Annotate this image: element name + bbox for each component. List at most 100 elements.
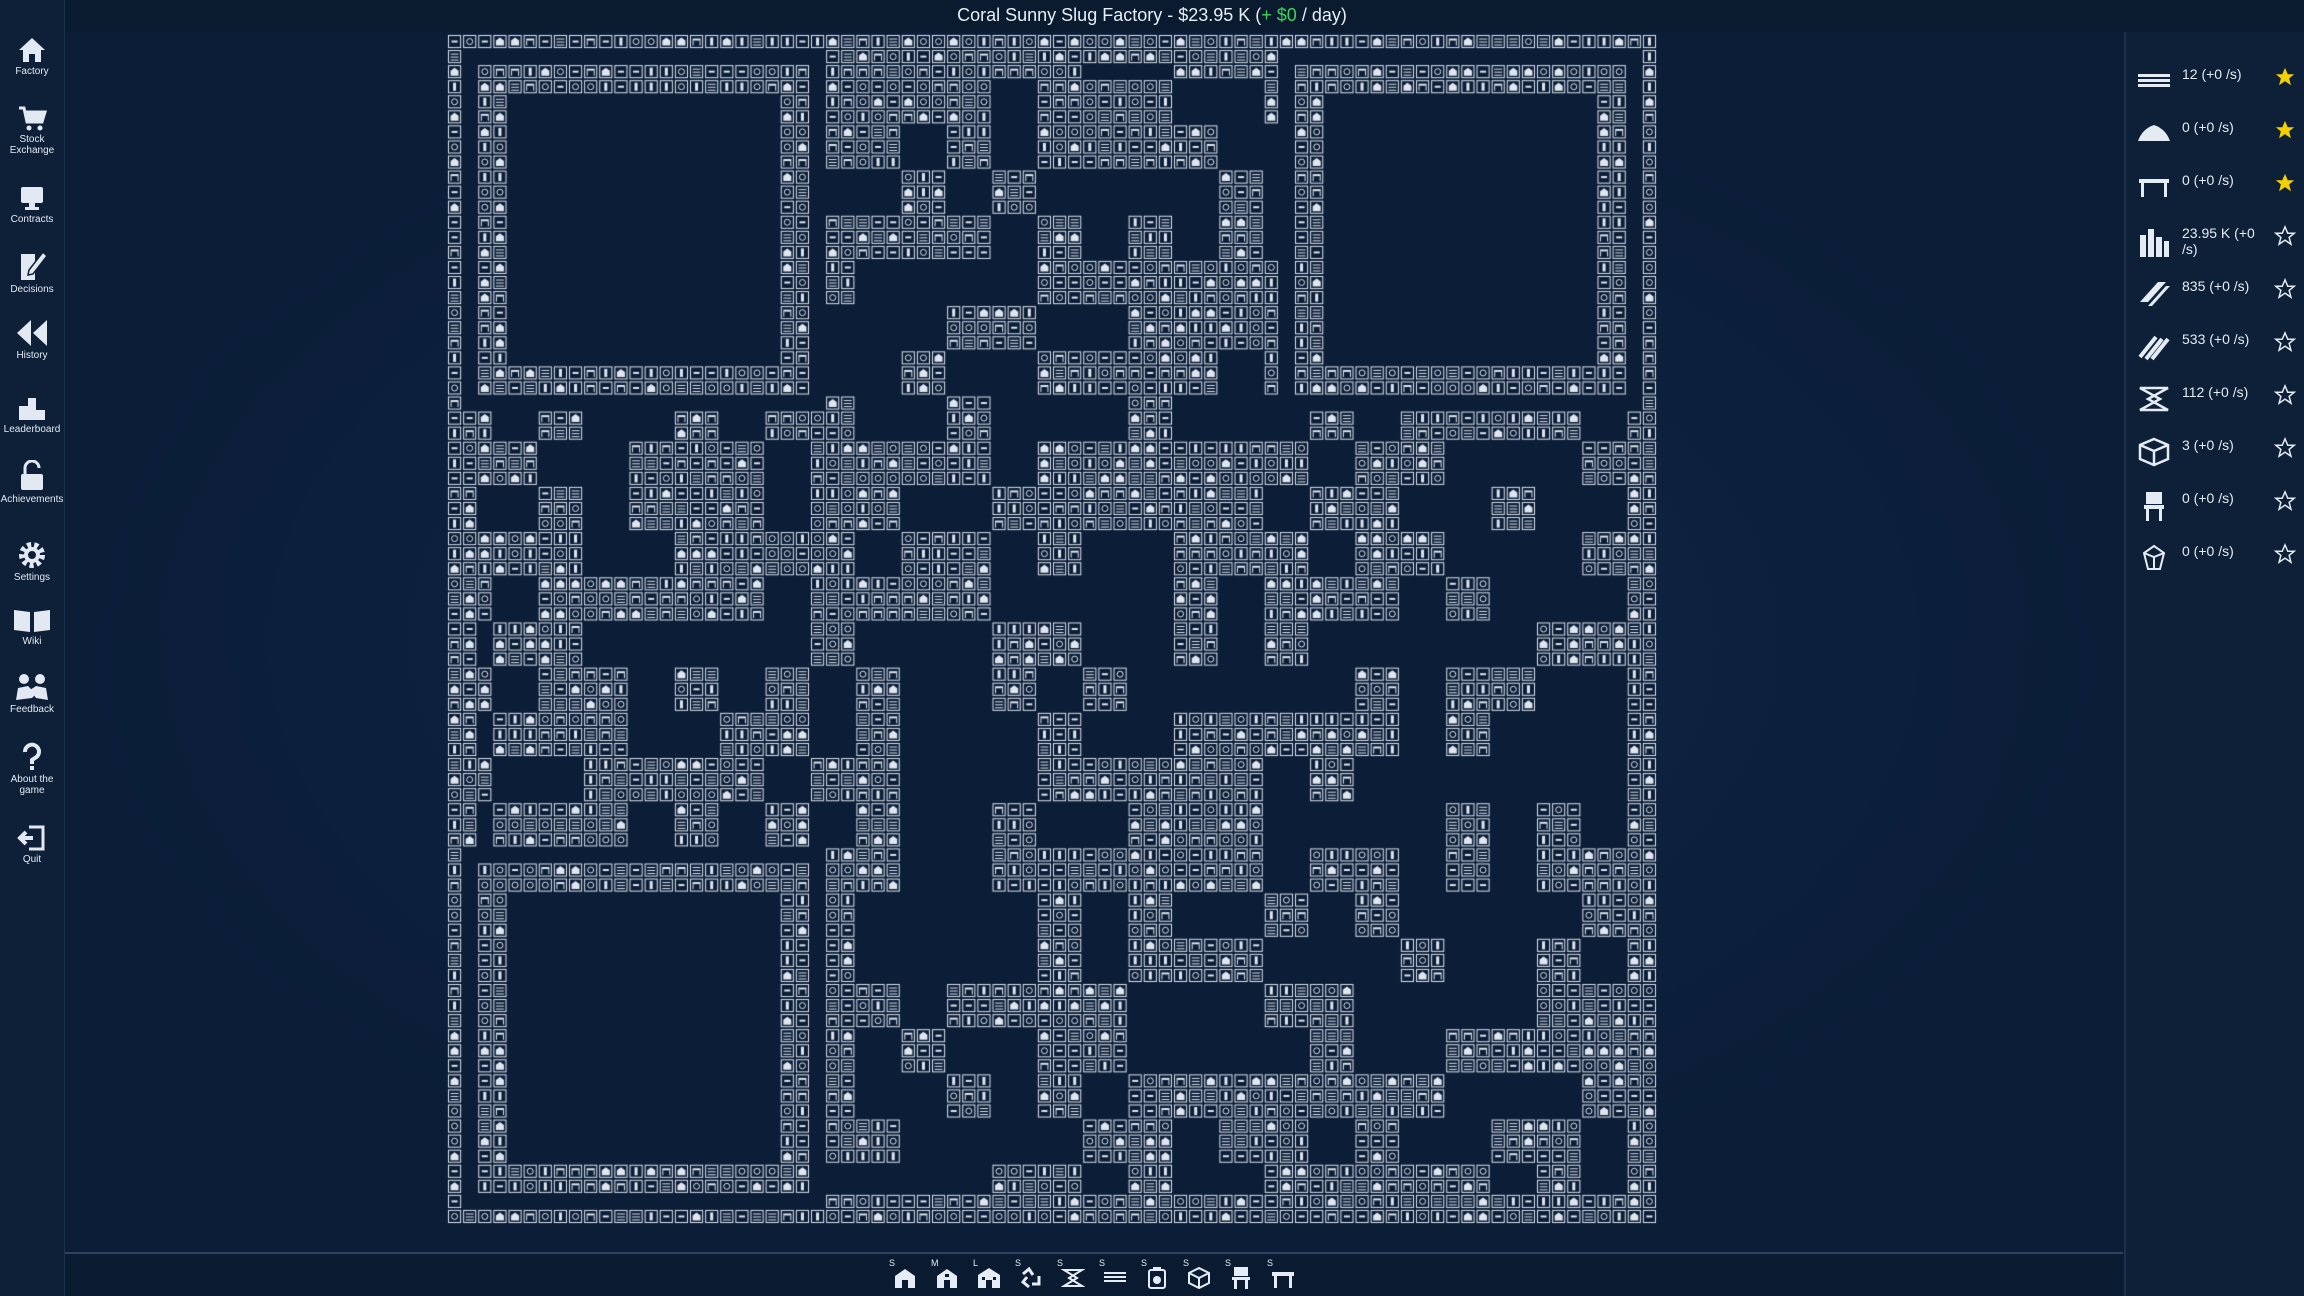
resource-amount: 533 (+0 /s)	[2182, 331, 2250, 347]
fabric-icon	[2139, 386, 2169, 412]
sidebar-item-label: Achievements	[0, 494, 64, 505]
resource-amount: 0 (+0 /s)	[2182, 119, 2234, 135]
table-machine-icon	[1272, 1272, 1294, 1288]
rewind-icon	[17, 320, 47, 346]
sidebar-item-contracts[interactable]: Contracts	[0, 184, 64, 225]
tool-chair-machine[interactable]: S	[1223, 1258, 1257, 1294]
sidebar-item-factory[interactable]: Factory	[0, 36, 64, 77]
planks-icon	[2140, 282, 2170, 306]
resource-row[interactable]: 23.95 K (+0 /s)	[2126, 217, 2304, 269]
chair-machine-icon	[1232, 1267, 1250, 1289]
star-filled-icon[interactable]	[2274, 119, 2296, 141]
question-icon	[23, 742, 41, 770]
handshake-icon	[16, 674, 48, 700]
factory-tiles[interactable]	[447, 34, 1657, 1224]
resource-row[interactable]: 0 (+0 /s)	[2126, 164, 2304, 216]
star-filled-icon[interactable]	[2274, 172, 2296, 194]
resource-amount: 112 (+0 /s)	[2182, 384, 2249, 400]
sidebar-item-label: Wiki	[22, 636, 42, 647]
sidebar-item-quit[interactable]: Quit	[0, 824, 64, 865]
star-outline-icon[interactable]	[2274, 225, 2296, 247]
sidebar-item-history[interactable]: History	[0, 318, 64, 361]
daily-income: + $0	[1261, 5, 1297, 25]
resource-amount: 3 (+0 /s)	[2182, 437, 2234, 453]
small-building-icon	[895, 1269, 915, 1288]
star-outline-icon[interactable]	[2274, 437, 2296, 459]
edit-icon	[21, 250, 47, 280]
star-outline-icon[interactable]	[2274, 331, 2296, 353]
sidebar: Factory Stock Exchange Contracts Decisio…	[0, 0, 65, 1296]
sidebar-item-label: Feedback	[10, 704, 54, 715]
sidebar-item-label: Contracts	[10, 214, 54, 225]
sidebar-item-leaderboard[interactable]: Leaderboard	[0, 394, 64, 435]
star-filled-icon[interactable]	[2274, 66, 2296, 88]
sidebar-item-feedback[interactable]: Feedback	[0, 672, 64, 715]
star-outline-icon[interactable]	[2274, 278, 2296, 300]
podium-icon	[19, 398, 45, 420]
resource-row[interactable]: 3 (+0 /s)	[2126, 429, 2304, 481]
window-title: Coral Sunny Slug Factory - $23.95 K (+ $…	[0, 0, 2304, 32]
sidebar-item-label: Settings	[13, 572, 51, 583]
resource-row[interactable]: 112 (+0 /s)	[2126, 376, 2304, 428]
tool-conveyor-machine[interactable]: S	[1097, 1258, 1131, 1294]
resource-amount: 835 (+0 /s)	[2182, 278, 2250, 294]
logs-icon	[2138, 335, 2170, 361]
sidebar-item-about[interactable]: About the game	[0, 742, 64, 796]
sidebar-item-label: Factory	[15, 66, 49, 77]
machine-toolbar: S M L S S S S S S S	[65, 1254, 2123, 1296]
title-suffix: / day)	[1296, 5, 1347, 25]
tool-saw-machine[interactable]: S	[1139, 1258, 1173, 1294]
star-outline-icon[interactable]	[2274, 543, 2296, 565]
tool-fabric-machine[interactable]: S	[1055, 1258, 1089, 1294]
sidebar-item-label: Decisions	[10, 284, 54, 295]
sidebar-item-label: Quit	[22, 854, 42, 865]
box-machine-icon	[1188, 1266, 1210, 1290]
title-prefix: Coral Sunny Slug Factory - $23.95 K (	[957, 5, 1262, 25]
resource-amount: 0 (+0 /s)	[2182, 172, 2234, 188]
resource-row[interactable]: 0 (+0 /s)	[2126, 482, 2304, 534]
conveyor-machine-icon	[1104, 1272, 1126, 1282]
fabric-machine-icon	[1061, 1269, 1085, 1287]
conveyor-icon	[2138, 74, 2170, 87]
table-icon	[2139, 179, 2169, 197]
gem-icon	[2142, 544, 2166, 570]
tool-medium-building[interactable]: M	[929, 1258, 963, 1294]
resource-row[interactable]: 12 (+0 /s)	[2126, 58, 2304, 110]
sidebar-item-label: History	[16, 350, 48, 361]
tool-small-building[interactable]: S	[887, 1258, 921, 1294]
sidebar-item-wiki[interactable]: Wiki	[0, 606, 64, 647]
sidebar-item-label: Leaderboard	[3, 424, 61, 435]
gear-icon	[19, 542, 45, 568]
sidebar-item-settings[interactable]: Settings	[0, 540, 64, 583]
unlock-icon	[21, 460, 43, 490]
resource-row[interactable]: 835 (+0 /s)	[2126, 270, 2304, 322]
sidebar-item-stock-exchange[interactable]: Stock Exchange	[0, 104, 64, 156]
trophy-icon	[21, 187, 43, 210]
star-outline-icon[interactable]	[2274, 490, 2296, 512]
sidebar-item-label: Stock Exchange	[9, 134, 55, 156]
factory-grid[interactable]	[447, 34, 1657, 1224]
resource-amount: 12 (+0 /s)	[2182, 66, 2242, 82]
tool-table-machine[interactable]: S	[1265, 1258, 1299, 1294]
sidebar-item-label: About the game	[10, 774, 54, 796]
money-stack-icon	[2140, 229, 2169, 257]
resource-amount: 0 (+0 /s)	[2182, 490, 2234, 506]
exit-icon	[17, 825, 45, 851]
resource-row[interactable]: 533 (+0 /s)	[2126, 323, 2304, 375]
factory-canvas[interactable]	[65, 32, 2123, 1252]
star-outline-icon[interactable]	[2274, 384, 2296, 406]
resource-row[interactable]: 0 (+0 /s)	[2126, 535, 2304, 587]
recycle-icon	[1020, 1266, 1041, 1289]
medium-building-icon	[937, 1269, 957, 1288]
tool-recycler[interactable]: S	[1013, 1258, 1047, 1294]
tool-large-building[interactable]: L	[971, 1258, 1005, 1294]
resource-row[interactable]: 0 (+0 /s)	[2126, 111, 2304, 163]
resource-amount: 0 (+0 /s)	[2182, 543, 2234, 559]
tool-box-machine[interactable]: S	[1181, 1258, 1215, 1294]
home-icon	[19, 38, 45, 62]
saw-machine-icon	[1148, 1267, 1166, 1289]
pile-icon	[2138, 125, 2170, 141]
sidebar-item-decisions[interactable]: Decisions	[0, 248, 64, 295]
sidebar-item-achievements[interactable]: Achievements	[0, 460, 64, 505]
resource-amount: 23.95 K (+0 /s)	[2182, 225, 2255, 257]
